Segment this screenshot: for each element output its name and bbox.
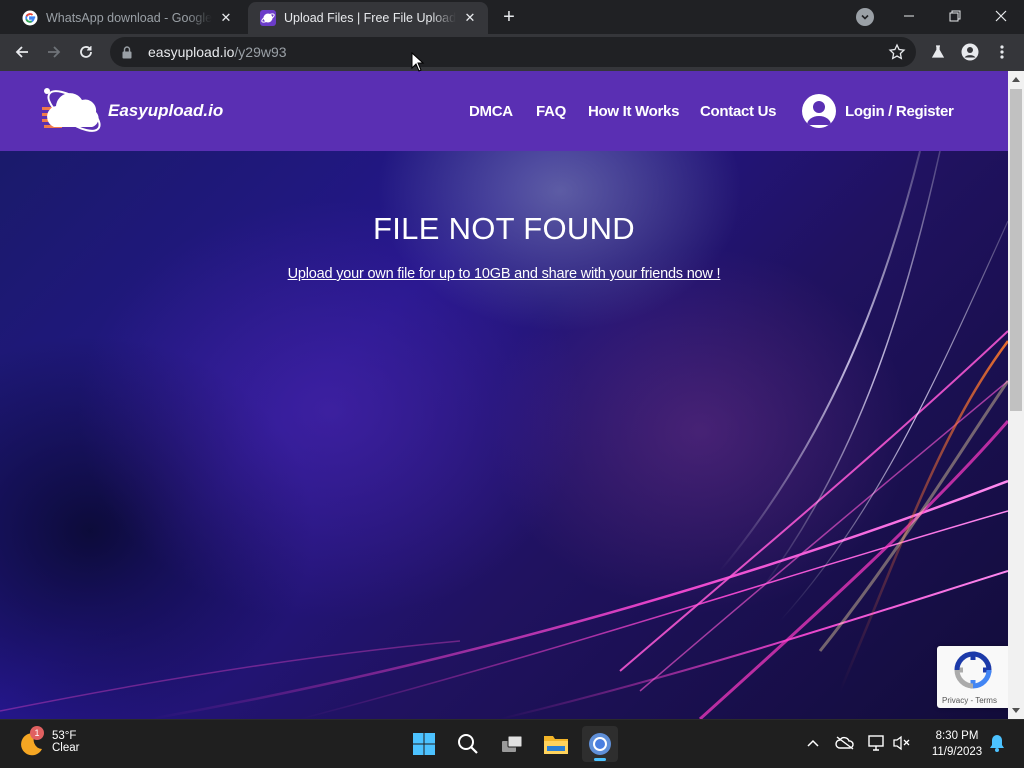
tab-title: Upload Files | Free File Upload an xyxy=(284,11,456,25)
recaptcha-terms[interactable]: Privacy - Terms xyxy=(942,696,997,705)
clock-time: 8:30 PM xyxy=(935,730,979,742)
nav-link-contact-us[interactable]: Contact Us xyxy=(700,71,776,151)
back-button[interactable] xyxy=(8,38,36,66)
search-button[interactable] xyxy=(450,726,486,762)
forward-button[interactable] xyxy=(40,38,68,66)
scroll-down-arrow[interactable] xyxy=(1008,703,1024,719)
upload-own-file-link[interactable]: Upload your own file for up to 10GB and … xyxy=(0,266,1008,282)
minimize-button[interactable] xyxy=(886,0,932,32)
arrow-left-icon xyxy=(15,46,28,58)
restore-icon xyxy=(949,10,961,22)
page-scrollbar[interactable] xyxy=(1008,71,1024,719)
folder-icon xyxy=(544,736,568,754)
weather-desc: Clear xyxy=(52,742,80,754)
url-host: easyupload.io xyxy=(148,44,235,60)
cloud-logo-icon xyxy=(42,88,101,132)
weather-widget[interactable]: 1 53°F Clear xyxy=(18,726,80,756)
taskbar-clock[interactable]: 8:30 PM 11/9/2023 xyxy=(918,728,996,760)
site-header: Easyupload.io DMCA FAQ How It Works Cont… xyxy=(0,71,1008,151)
clock-date: 11/9/2023 xyxy=(931,746,983,758)
chrome-taskbar-button[interactable] xyxy=(582,726,618,762)
weather-temp: 53°F xyxy=(52,730,77,742)
onedrive-tray-icon[interactable] xyxy=(834,732,856,754)
weather-badge: 1 xyxy=(30,726,44,740)
browser-tab-strip: WhatsApp download - Google Se ✕ Upload F… xyxy=(0,0,1024,34)
notifications-button[interactable] xyxy=(986,732,1008,754)
bookmark-star-icon[interactable] xyxy=(888,43,906,61)
tab-title: WhatsApp download - Google Se xyxy=(46,11,212,25)
start-button[interactable] xyxy=(406,726,442,762)
monitor-network-icon xyxy=(868,735,884,751)
volume-muted-icon xyxy=(893,735,910,751)
profile-icon xyxy=(961,43,979,61)
task-view-button[interactable] xyxy=(494,726,530,762)
chevron-up-icon xyxy=(807,739,819,747)
arrow-right-icon xyxy=(48,46,61,58)
cloud-offline-icon xyxy=(835,736,854,750)
page-viewport: Easyupload.io DMCA FAQ How It Works Cont… xyxy=(0,71,1008,719)
mouse-cursor-icon xyxy=(411,52,425,72)
scrollbar-thumb[interactable] xyxy=(1010,89,1022,411)
google-g-icon xyxy=(22,10,38,26)
show-hidden-icons-button[interactable] xyxy=(802,732,824,754)
tab-whatsapp-download[interactable]: WhatsApp download - Google Se ✕ xyxy=(10,2,244,34)
close-window-button[interactable] xyxy=(978,0,1024,32)
close-icon xyxy=(995,10,1007,22)
reload-icon xyxy=(80,46,92,58)
flask-icon xyxy=(931,45,945,58)
profile-button[interactable] xyxy=(958,40,982,64)
browser-menu-button[interactable] xyxy=(990,40,1014,64)
close-tab-icon[interactable]: ✕ xyxy=(218,10,234,26)
minimize-icon xyxy=(904,15,914,17)
nav-link-dmca[interactable]: DMCA xyxy=(469,71,513,151)
search-icon xyxy=(458,734,478,754)
easyupload-favicon xyxy=(260,10,276,26)
reload-button[interactable] xyxy=(72,38,100,66)
chevron-down-icon xyxy=(861,14,869,20)
scroll-up-arrow[interactable] xyxy=(1008,71,1024,87)
new-tab-button[interactable]: + xyxy=(498,6,520,28)
recaptcha-icon xyxy=(954,651,992,689)
active-app-indicator xyxy=(594,758,606,761)
site-logo[interactable]: Easyupload.io xyxy=(40,83,230,139)
extensions-button[interactable] xyxy=(926,40,950,64)
windows-logo-icon xyxy=(413,733,435,755)
hero-section: FILE NOT FOUND Upload your own file for … xyxy=(0,151,1008,719)
bell-icon xyxy=(990,735,1004,752)
lock-icon xyxy=(122,45,134,59)
task-view-icon xyxy=(502,735,523,752)
volume-tray-icon[interactable] xyxy=(891,732,913,754)
address-bar[interactable]: easyupload.io/y29w93 xyxy=(110,37,916,67)
chrome-icon xyxy=(589,733,611,755)
moon-weather-icon: 1 xyxy=(18,726,46,756)
recaptcha-badge[interactable]: Privacy - Terms xyxy=(937,646,1008,708)
login-register-button[interactable]: Login / Register xyxy=(802,94,954,128)
windows-taskbar: 1 53°F Clear 8:30 PM 11/9/2023 xyxy=(0,719,1024,768)
file-explorer-button[interactable] xyxy=(538,726,574,762)
tab-easyupload[interactable]: Upload Files | Free File Upload an ✕ xyxy=(248,2,488,34)
file-not-found-heading: FILE NOT FOUND xyxy=(373,211,635,246)
tab-search-button[interactable] xyxy=(856,8,874,26)
login-register-label: Login / Register xyxy=(845,102,954,120)
logo-text: Easyupload.io xyxy=(108,101,224,120)
url-path: /y29w93 xyxy=(234,44,287,60)
nav-link-how-it-works[interactable]: How It Works xyxy=(588,71,679,151)
network-tray-icon[interactable] xyxy=(866,732,888,754)
user-avatar-icon xyxy=(802,94,836,128)
close-tab-icon[interactable]: ✕ xyxy=(462,10,478,26)
more-vertical-icon xyxy=(1000,45,1004,59)
nav-link-faq[interactable]: FAQ xyxy=(536,71,566,151)
restore-button[interactable] xyxy=(932,0,978,32)
browser-toolbar: easyupload.io/y29w93 xyxy=(0,34,1024,71)
